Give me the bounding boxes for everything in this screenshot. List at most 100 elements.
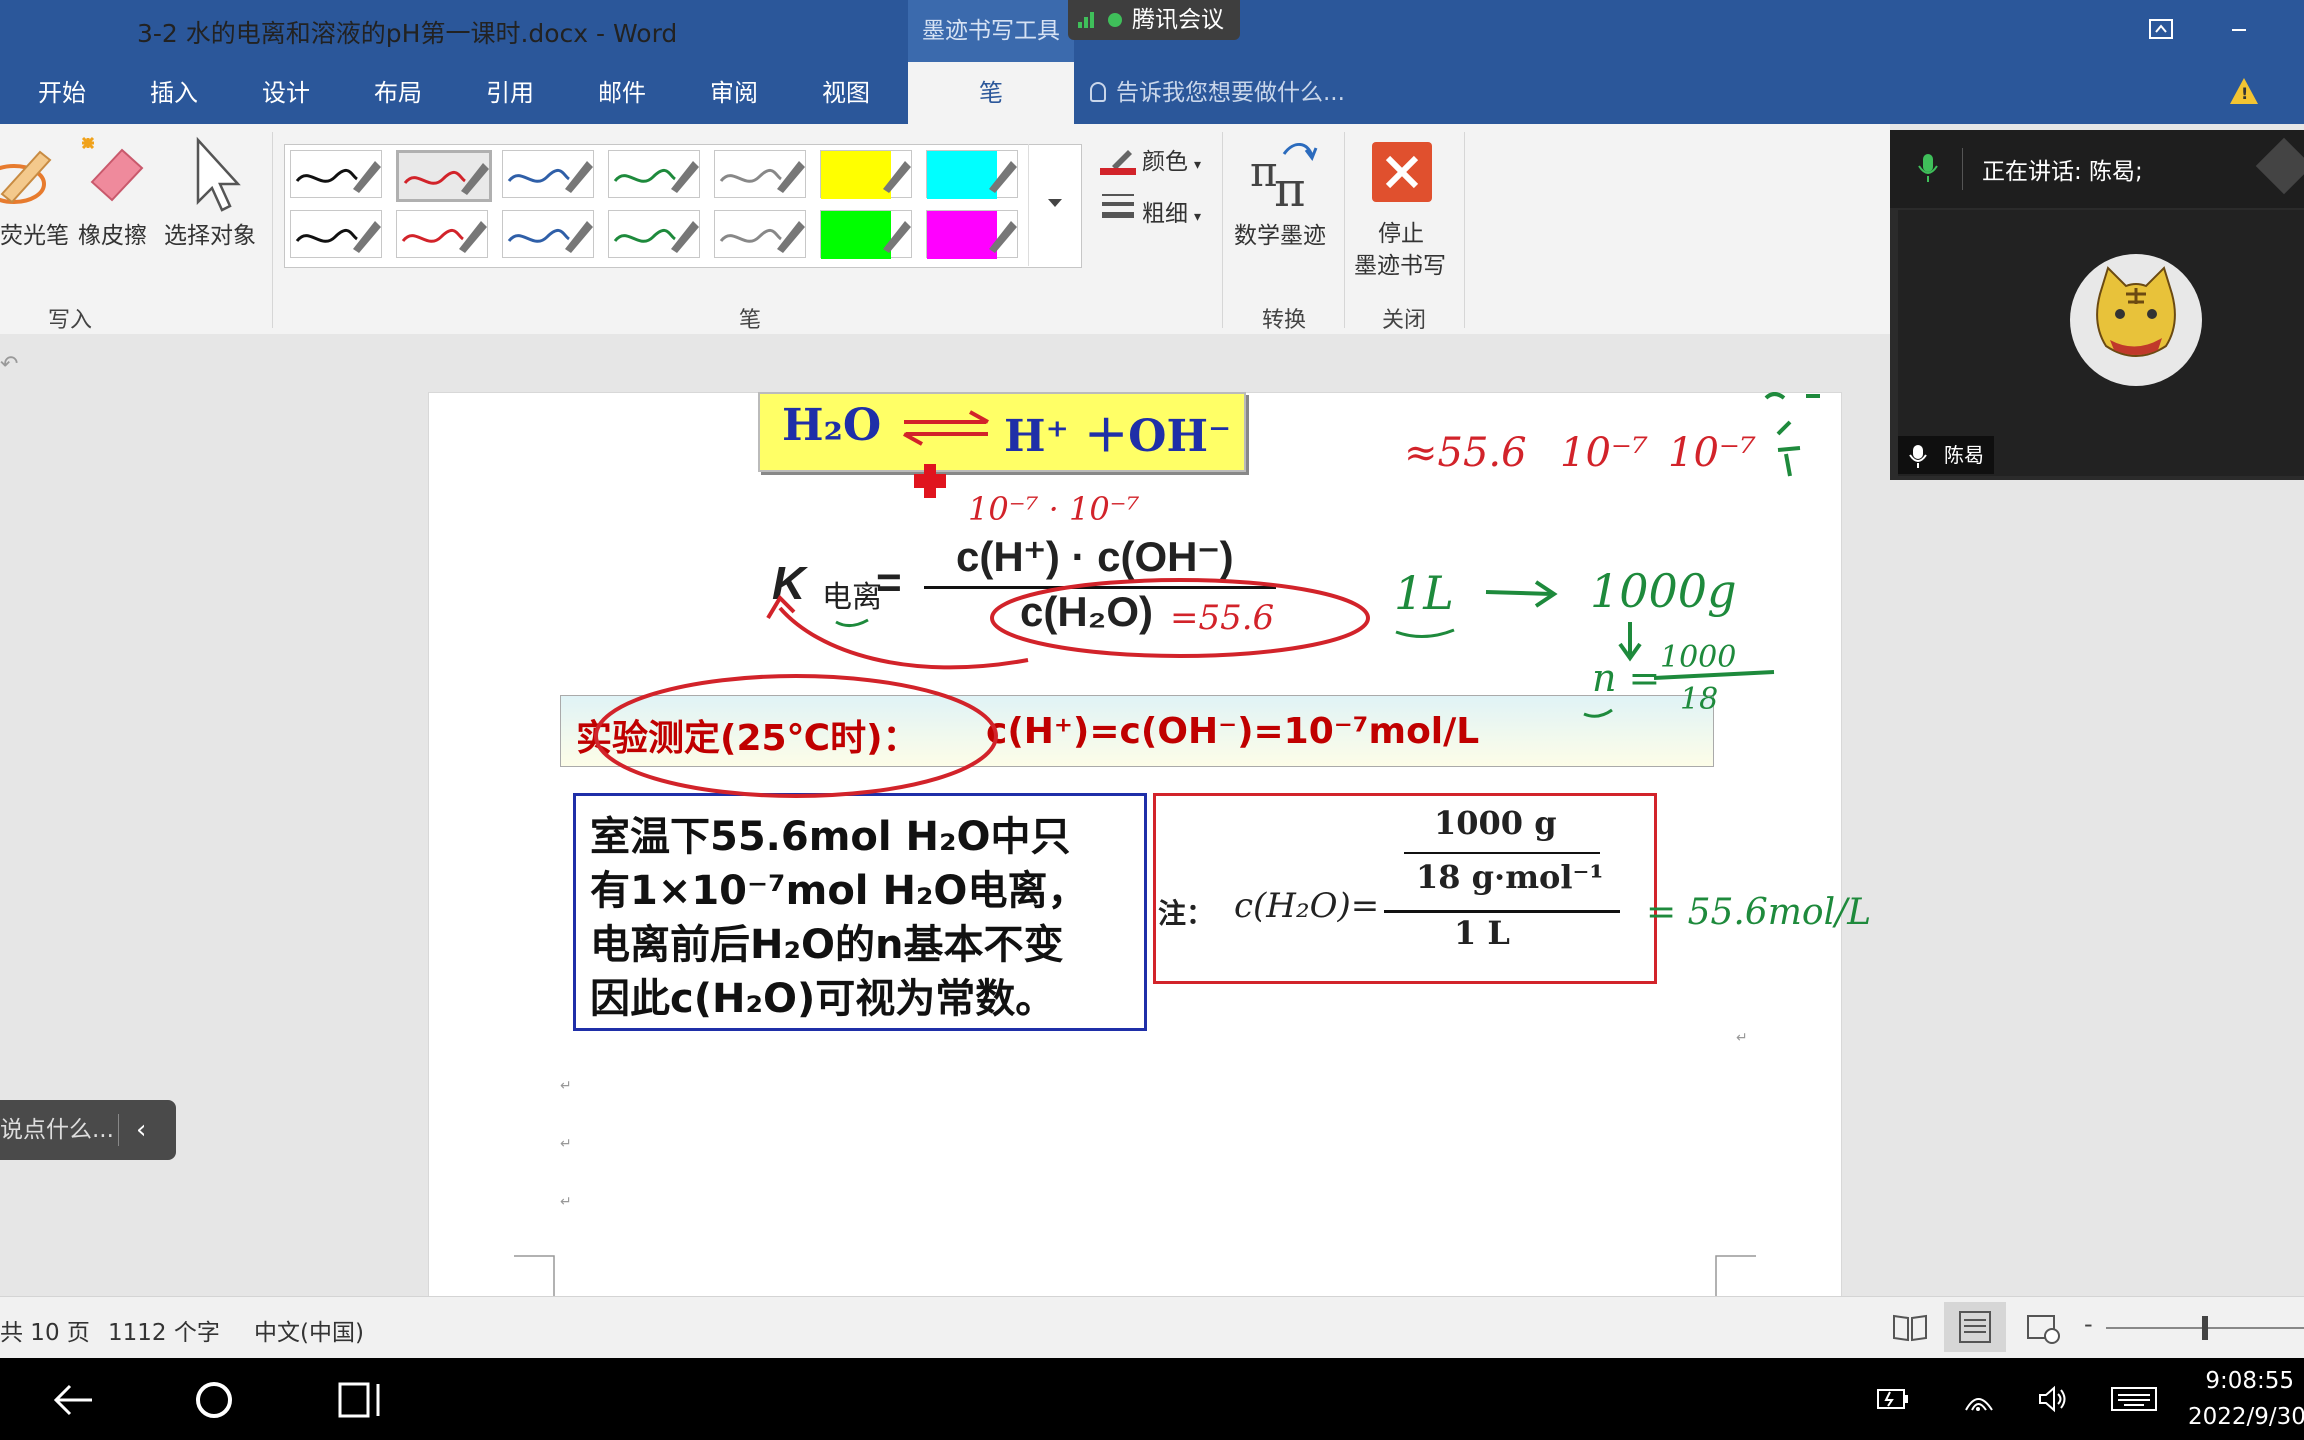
- highlighter-swatch-icon: [821, 211, 911, 259]
- minimize-button[interactable]: [2224, 14, 2254, 44]
- participant-name: 陈曷: [1944, 443, 1984, 467]
- group-label-convert: 转换: [1261, 308, 1306, 333]
- divider: [118, 1114, 119, 1146]
- tab-design[interactable]: 设计: [246, 62, 326, 124]
- pen-swatch[interactable]: [820, 150, 912, 199]
- pen-swatch-icon: [719, 221, 805, 253]
- ink-fraction-top: 1000: [1660, 640, 1737, 675]
- tab-mailings[interactable]: 邮件: [582, 62, 662, 124]
- highlighter-button[interactable]: [0, 134, 56, 212]
- pen-swatch[interactable]: [290, 210, 382, 258]
- highlighter-swatch-icon: [927, 211, 1017, 259]
- pen-gallery-expand-button[interactable]: [1028, 144, 1081, 266]
- meeting-app-name: 腾讯会议: [1132, 7, 1224, 33]
- read-mode-icon[interactable]: [1892, 1312, 1928, 1342]
- pen-swatch[interactable]: [608, 150, 700, 198]
- speaking-indicator: 正在讲话: 陈曷;: [1982, 159, 2143, 185]
- signal-icon: [1078, 12, 1096, 28]
- zoom-out-button[interactable]: -: [2084, 1310, 2093, 1338]
- tab-layout[interactable]: 布局: [358, 62, 438, 124]
- meeting-status-pill[interactable]: 腾讯会议: [1068, 0, 1240, 40]
- pen-swatch-icon: [507, 161, 593, 193]
- pen-swatch[interactable]: [396, 210, 488, 258]
- web-layout-icon[interactable]: [2026, 1312, 2062, 1344]
- back-icon[interactable]: [48, 1378, 98, 1422]
- meeting-chat-input[interactable]: 说点什么... ‹: [0, 1100, 176, 1160]
- pen-swatch-icon: [613, 221, 699, 253]
- ink-one-liter: 1L: [1394, 566, 1454, 620]
- pen-swatch-icon: [295, 221, 381, 253]
- ink-n-equals: n =: [1592, 656, 1661, 700]
- page-count[interactable]: 共 10 页: [0, 1313, 90, 1347]
- pen-swatch[interactable]: [502, 150, 594, 198]
- thickness-button[interactable]: 粗细 ▾: [1142, 194, 1201, 228]
- eraser-button[interactable]: [74, 130, 154, 216]
- keyboard-icon[interactable]: [2110, 1384, 2158, 1414]
- ink-underline: [1395, 628, 1455, 638]
- svg-text:π: π: [1274, 162, 1306, 214]
- select-objects-label: 选择对象: [164, 223, 256, 249]
- pen-swatch[interactable]: [714, 210, 806, 258]
- pen-swatch[interactable]: [608, 210, 700, 258]
- pen-swatch[interactable]: [820, 210, 912, 259]
- collapse-chevron-icon[interactable]: ‹: [136, 1100, 146, 1160]
- warning-icon[interactable]: !: [2230, 78, 2258, 104]
- ink-color-button[interactable]: 颜色 ▾: [1142, 142, 1201, 176]
- ink-color-label: 颜色: [1142, 149, 1188, 175]
- ink-h-concentration: 10⁻⁷: [1560, 430, 1649, 476]
- ink-ellipse: [594, 674, 998, 798]
- battery-charging-icon: [1877, 1389, 1908, 1409]
- ink-note-result: = 55.6mol/L: [1646, 892, 1872, 933]
- pen-swatch[interactable]: [926, 210, 1018, 259]
- pen-swatch[interactable]: [714, 150, 806, 198]
- pen-swatch-icon: [295, 161, 381, 193]
- document-title: 3-2 水的电离和溶液的pH第一课时.docx - Word: [137, 19, 678, 48]
- pen-swatch[interactable]: [290, 150, 382, 198]
- ink-color-icon: [1098, 146, 1138, 176]
- tab-view[interactable]: 视图: [806, 62, 886, 124]
- recent-apps-icon[interactable]: [336, 1378, 386, 1422]
- group-label-pens: 笔: [738, 308, 761, 333]
- word-count[interactable]: 1112 个字: [108, 1313, 220, 1347]
- math-ink-label: 数学墨迹: [1234, 223, 1326, 249]
- eraser-label: 橡皮擦: [78, 223, 147, 249]
- cat-avatar-icon: [2096, 266, 2176, 357]
- tab-references[interactable]: 引用: [470, 62, 550, 124]
- clock-date: 2022/9/30: [2188, 1404, 2304, 1430]
- participant-avatar: [2070, 254, 2202, 386]
- tab-review[interactable]: 审阅: [694, 62, 774, 124]
- highlighter-swatch-icon: [927, 151, 1017, 199]
- paragraph-mark: ↵: [560, 1194, 572, 1210]
- pen-swatch[interactable]: [926, 150, 1018, 199]
- print-layout-button[interactable]: [1944, 1302, 2006, 1352]
- language-indicator[interactable]: 中文(中国): [254, 1313, 364, 1347]
- clock-time: 9:08:55: [2205, 1368, 2294, 1394]
- restore-window-button[interactable]: [2146, 14, 2176, 44]
- math-ink-button[interactable]: π π: [1244, 134, 1324, 218]
- tab-pen[interactable]: 笔: [908, 62, 1074, 124]
- close-x-icon: [1385, 155, 1419, 189]
- undo-hint-icon: ↶: [0, 352, 19, 377]
- zoom-slider-thumb[interactable]: [2202, 1316, 2208, 1340]
- pen-swatch-icon: [507, 221, 593, 253]
- ink-oh-concentration: 10⁻⁷: [1668, 430, 1757, 476]
- tab-insert[interactable]: 插入: [134, 62, 214, 124]
- select-objects-button[interactable]: [180, 132, 250, 218]
- volume-icon[interactable]: [2036, 1384, 2070, 1414]
- tab-home[interactable]: 开始: [22, 62, 102, 124]
- ink-1000-grams: 1000g: [1590, 564, 1737, 618]
- pen-swatch[interactable]: [502, 210, 594, 258]
- group-label-close: 关闭: [1381, 308, 1426, 333]
- pen-swatch-icon: [719, 161, 805, 193]
- ink-underline: [835, 618, 869, 627]
- pen-swatch[interactable]: [396, 150, 492, 202]
- ink-product-values: 10⁻⁷ · 10⁻⁷: [968, 490, 1140, 528]
- stop-inking-button[interactable]: [1372, 142, 1432, 202]
- cursor-arrow-icon: [196, 136, 241, 212]
- print-layout-icon: [1959, 1311, 1991, 1343]
- thickness-label: 粗细: [1142, 201, 1188, 227]
- tell-me-search[interactable]: 告诉我您想要做什么...: [1090, 62, 1345, 124]
- home-circle-icon[interactable]: [192, 1378, 236, 1422]
- pen-swatch-icon: [401, 221, 487, 253]
- group-label-write: 写入: [47, 308, 92, 333]
